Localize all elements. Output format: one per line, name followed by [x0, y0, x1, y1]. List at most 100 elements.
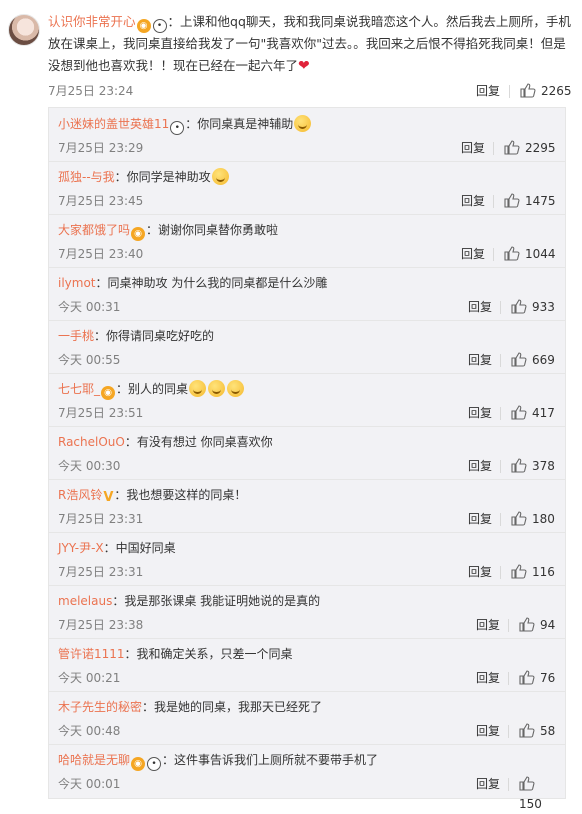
reply-reply-button[interactable]: 回复: [468, 350, 492, 370]
smile-emoji-icon: [189, 380, 207, 397]
reply-like-button[interactable]: 669: [511, 350, 555, 370]
reply-reply-button[interactable]: 回复: [476, 668, 500, 688]
reply-text-line: 管许诺1111：我和确定关系，只差一个同桌: [58, 644, 558, 664]
reply-like-button[interactable]: 76: [519, 668, 555, 688]
reply-like-button[interactable]: 1044: [504, 244, 556, 264]
reply-like-count: 180: [532, 512, 555, 526]
reply-time: 今天 00:55: [58, 353, 121, 367]
reply-like-count: 150: [519, 797, 542, 811]
reply-text-line: melelaus：我是那张课桌 我能证明她说的是真的: [58, 591, 558, 611]
reply-username[interactable]: 七七耶_: [58, 382, 100, 396]
reply-reply-button[interactable]: 回复: [468, 456, 492, 476]
reply-reply-button[interactable]: 回复: [468, 403, 492, 423]
reply-reply-button[interactable]: 回复: [476, 774, 500, 794]
avatar[interactable]: [8, 14, 40, 46]
reply-username[interactable]: JYY-尹-X: [58, 541, 104, 555]
reply-time: 7月25日 23:38: [58, 618, 144, 632]
reply-like-button[interactable]: 94: [519, 615, 555, 635]
thumbs-up-icon: [519, 670, 535, 685]
smile-emoji-icon: [208, 380, 226, 397]
reply-username[interactable]: 一手桃: [58, 329, 94, 343]
reply-meta: 今天 00:21 回复 76: [58, 668, 558, 688]
main-comment-meta: 7月25日 23:24 回复 2265: [48, 81, 572, 101]
reply-text-line: 木子先生的秘密：我是她的同桌，我那天已经死了: [58, 697, 558, 717]
reply-item: melelaus：我是那张课桌 我能证明她说的是真的 7月25日 23:38 回复…: [49, 585, 565, 639]
reply-reply-button[interactable]: 回复: [461, 191, 485, 211]
reply-meta: 今天 00:31 回复 933: [58, 297, 558, 317]
reply-username[interactable]: 哈哈就是无聊: [58, 753, 130, 767]
reply-meta: 7月25日 23:29 回复 2295: [58, 138, 558, 158]
reply-text-line: 孤独--与我：你同学是神助攻: [58, 167, 558, 187]
reply-reply-button[interactable]: 回复: [476, 721, 500, 741]
reply-reply-button[interactable]: 回复: [468, 297, 492, 317]
main-comment-text-block: 认识你非常开心 ◉ • ：上课和他qq聊天，我和我同桌说我暗恋这个人。然后我去上厕所，…: [48, 11, 572, 77]
reply-like-count: 76: [540, 671, 556, 685]
reply-text: ：别人的同桌: [116, 382, 189, 396]
panda-emoji-icon: •: [152, 19, 167, 33]
reply-text-line: 一手桃：你得请同桌吃好吃的: [58, 326, 558, 346]
thumbs-up-icon: [519, 723, 535, 738]
thumbs-up-icon: [511, 564, 527, 579]
reply-username[interactable]: 大家都饿了吗: [58, 223, 130, 237]
main-comment-username[interactable]: 认识你非常开心: [48, 14, 136, 29]
cat-emoji-icon: [211, 168, 229, 185]
reply-like-button[interactable]: 933: [511, 297, 555, 317]
reply-like-button[interactable]: 150: [519, 774, 558, 814]
thumbs-up-icon: [504, 193, 520, 208]
heart-emoji-icon: ❤: [298, 58, 310, 74]
reply-reply-button[interactable]: 回复: [476, 615, 500, 635]
vip-badge-icon: ◉: [131, 227, 146, 241]
reply-time: 今天 00:30: [58, 459, 121, 473]
reply-username[interactable]: 小迷妹的盖世英雄11: [58, 117, 169, 131]
reply-like-button[interactable]: 2295: [504, 138, 556, 158]
divider: [508, 672, 509, 685]
main-comment-reply-button[interactable]: 回复: [476, 81, 500, 101]
smirk-emoji-icon: [294, 115, 312, 132]
reply-item: JYY-尹-X：中国好同桌 7月25日 23:31 回复 116: [49, 532, 565, 586]
reply-text: ：你同桌真是神辅助: [185, 117, 294, 131]
reply-reply-button[interactable]: 回复: [461, 138, 485, 158]
reply-username[interactable]: melelaus: [58, 594, 112, 608]
reply-username[interactable]: R浩风铃: [58, 488, 102, 502]
reply-time: 7月25日 23:29: [58, 141, 144, 155]
reply-item: 孤独--与我：你同学是神助攻 7月25日 23:45 回复 1475: [49, 161, 565, 215]
reply-time: 7月25日 23:40: [58, 247, 144, 261]
reply-like-button[interactable]: 1475: [504, 191, 556, 211]
divider: [500, 301, 501, 314]
reply-reply-button[interactable]: 回复: [468, 509, 492, 529]
reply-text: ：我也想要这样的同桌！: [114, 488, 247, 502]
reply-like-count: 933: [532, 300, 555, 314]
reply-username[interactable]: RachelOuO: [58, 435, 125, 449]
reply-like-count: 94: [540, 618, 556, 632]
main-comment: 认识你非常开心 ◉ • ：上课和他qq聊天，我和我同桌说我暗恋这个人。然后我去上厕所，…: [0, 0, 582, 108]
reply-like-button[interactable]: 378: [511, 456, 555, 476]
reply-like-count: 669: [532, 353, 555, 367]
reply-text: ：我和确定关系，只差一个同桌: [124, 647, 293, 661]
reply-username[interactable]: 管许诺1111: [58, 647, 125, 661]
reply-time: 今天 00:21: [58, 671, 121, 685]
main-comment-time: 7月25日 23:24: [48, 84, 134, 98]
thumbs-up-icon: [511, 299, 527, 314]
reply-text-line: 哈哈就是无聊 ◉ • ：这件事告诉我们上厕所就不要带手机了: [58, 750, 558, 771]
reply-like-button[interactable]: 180: [511, 509, 555, 529]
reply-meta: 今天 00:01 回复 150: [58, 774, 558, 811]
reply-meta: 7月25日 23:40 回复 1044: [58, 244, 558, 264]
reply-username[interactable]: 木子先生的秘密: [58, 700, 142, 714]
reply-text-line: ilymot：同桌神助攻 为什么我的同桌都是什么沙雕: [58, 273, 558, 293]
reply-item: R浩风铃V：我也想要这样的同桌！ 7月25日 23:31 回复 180: [49, 479, 565, 533]
reply-username[interactable]: 孤独--与我: [58, 170, 115, 184]
reply-reply-button[interactable]: 回复: [468, 562, 492, 582]
divider: [500, 513, 501, 526]
reply-like-button[interactable]: 417: [511, 403, 555, 423]
reply-item: 一手桃：你得请同桌吃好吃的 今天 00:55 回复 669: [49, 320, 565, 374]
reply-reply-button[interactable]: 回复: [461, 244, 485, 264]
reply-like-button[interactable]: 116: [511, 562, 555, 582]
thumbs-up-icon: [504, 246, 520, 261]
reply-username[interactable]: ilymot: [58, 276, 96, 290]
main-comment-like-button[interactable]: 2265: [520, 81, 572, 101]
reply-item: ilymot：同桌神助攻 为什么我的同桌都是什么沙雕 今天 00:31 回复 933: [49, 267, 565, 321]
reply-time: 7月25日 23:31: [58, 565, 144, 579]
smile-emoji-icon: [227, 380, 245, 397]
reply-meta: 7月25日 23:51 回复 417: [58, 403, 558, 423]
reply-like-button[interactable]: 58: [519, 721, 555, 741]
